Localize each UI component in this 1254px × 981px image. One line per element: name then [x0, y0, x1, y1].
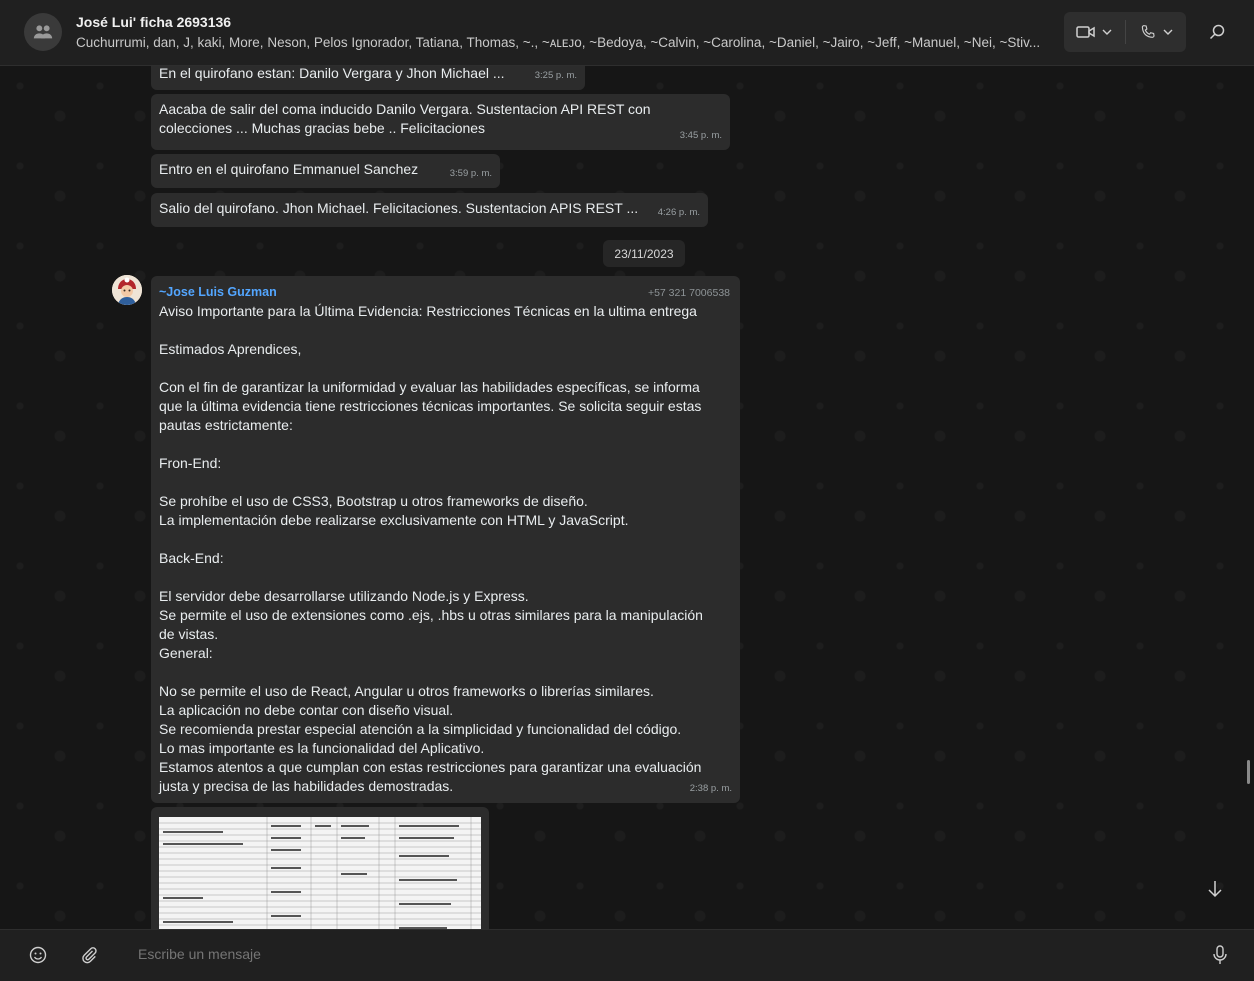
message-text: Aviso Importante para la Última Evidenci… — [159, 303, 703, 794]
sender-name[interactable]: ~Jose Luis Guzman — [159, 283, 732, 302]
image-thumbnail[interactable] — [159, 817, 481, 929]
video-camera-icon — [1076, 26, 1095, 38]
emoji-button[interactable] — [26, 943, 50, 967]
message-time: 3:59 p. m. — [449, 168, 492, 179]
message-time: 3:25 p. m. — [534, 70, 577, 81]
scroll-down-button[interactable] — [1197, 871, 1233, 907]
call-buttons — [1064, 12, 1186, 52]
message-text: Entro en el quirofano Emmanuel Sanchez — [159, 161, 419, 177]
message-bubble[interactable]: Entro en el quirofano Emmanuel Sanchez 3… — [151, 154, 500, 188]
voice-message-button[interactable] — [1208, 943, 1232, 967]
group-avatar[interactable] — [24, 13, 62, 51]
message-text: Salio del quirofano. Jhon Michael. Felic… — [159, 200, 639, 216]
message-bubble-long[interactable]: ~Jose Luis Guzman +57 321 7006538 Aviso … — [151, 276, 740, 803]
chat-title[interactable]: José Lui' ficha 2693136 — [76, 14, 231, 30]
message-time: 4:26 p. m. — [657, 207, 700, 218]
search-icon — [1209, 24, 1225, 40]
message-bubble[interactable]: Salio del quirofano. Jhon Michael. Felic… — [151, 193, 708, 227]
arrow-down-icon — [1208, 881, 1222, 898]
group-icon — [33, 25, 53, 39]
chat-messages-area[interactable]: En el quirofano estan: Danilo Vergara y … — [0, 66, 1254, 929]
search-button[interactable] — [1202, 16, 1232, 48]
sender-phone: +57 321 7006538 — [647, 287, 730, 299]
date-separator: 23/11/2023 — [603, 240, 685, 267]
message-text: Aacaba de salir del coma inducido Danilo… — [159, 101, 655, 136]
message-text: En el quirofano estan: Danilo Vergara y … — [159, 66, 505, 81]
message-time: 2:38 p. m. — [689, 783, 732, 794]
emoji-icon — [29, 946, 47, 964]
paperclip-icon — [82, 947, 97, 964]
message-time: 3:45 p. m. — [679, 130, 722, 141]
scrollbar-thumb[interactable] — [1247, 760, 1250, 784]
message-bubble[interactable]: En el quirofano estan: Danilo Vergara y … — [151, 66, 585, 90]
image-message[interactable] — [151, 807, 489, 929]
video-call-button[interactable] — [1064, 12, 1125, 52]
message-input[interactable] — [136, 945, 1140, 963]
avatar-image — [112, 275, 142, 305]
message-bubble[interactable]: Aacaba de salir del coma inducido Danilo… — [151, 94, 730, 150]
participants-list[interactable]: Cuchurrumi, dan, J, kaki, More, Neson, P… — [76, 35, 1056, 50]
chevron-down-icon — [1163, 29, 1173, 35]
phone-icon — [1141, 25, 1155, 38]
spreadsheet-image — [159, 817, 481, 929]
chevron-down-icon — [1102, 29, 1112, 35]
chat-header: José Lui' ficha 2693136 Cuchurrumi, dan,… — [0, 0, 1254, 66]
microphone-icon — [1213, 945, 1227, 964]
message-composer — [0, 929, 1254, 981]
attach-button[interactable] — [77, 943, 101, 967]
sender-avatar[interactable] — [112, 275, 142, 305]
voice-call-button[interactable] — [1125, 12, 1186, 52]
